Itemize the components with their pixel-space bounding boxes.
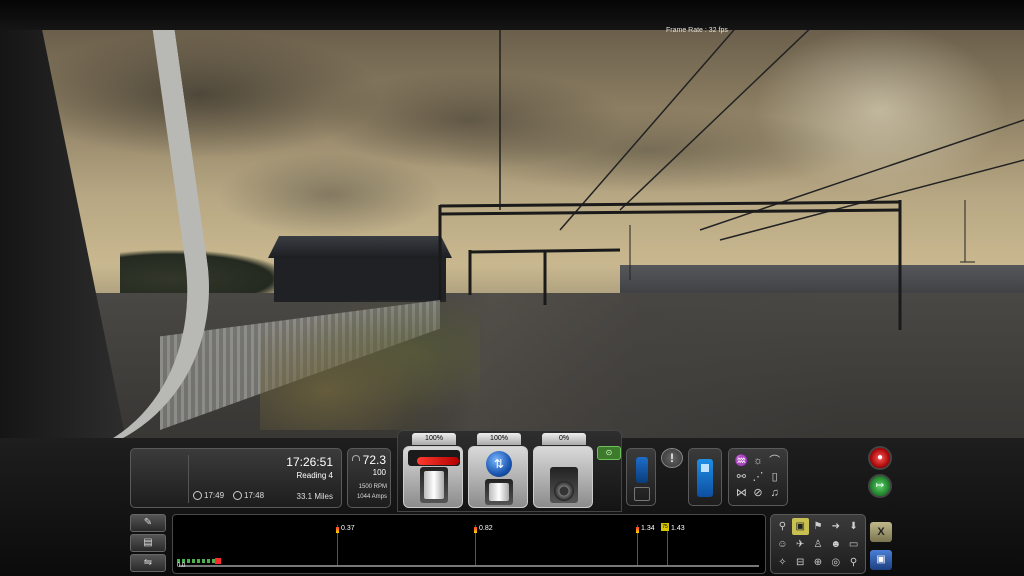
journey-info-panel: 17:26:51 Reading 4 17:49 17:48 33.1 Mile… <box>130 448 342 508</box>
throttle-percent: 100% <box>412 433 456 445</box>
train-view-icon[interactable]: ▣ <box>791 518 809 535</box>
cab-roof <box>0 0 1024 30</box>
eta-estimated-time: 17:48 <box>244 491 265 500</box>
wagon-icon[interactable]: ⊟ <box>792 554 809 571</box>
marker-distance: 0.37 <box>341 525 355 532</box>
track-line <box>179 565 759 567</box>
screenshot-icon[interactable]: ▣ <box>870 550 892 570</box>
eta-scheduled-time: 17:49 <box>204 491 225 500</box>
camera-view-grid: ⚲ ▣ ⚑ ➜ ⬇ ☺ ✈ ♙ ☻ ▭ ✧ ⊟ ⊕ ◎ ⚲ <box>770 514 866 574</box>
throttle-handle[interactable] <box>424 471 444 499</box>
swap-icon[interactable]: ⇋ <box>130 554 166 572</box>
marker-distance: 1.43 <box>671 525 685 532</box>
alert-icon[interactable]: ! <box>661 448 683 468</box>
clock-time: 17:26:51 <box>286 455 333 469</box>
fuel-pump-icon <box>697 459 713 497</box>
plane-icon[interactable]: ✈ <box>792 536 809 553</box>
camera-icon[interactable]: ⊙ <box>597 446 621 460</box>
coupler-icon[interactable]: ⚯ <box>734 470 749 484</box>
door-icon[interactable]: ▯ <box>767 470 782 484</box>
arrow-down-icon[interactable]: ⬇ <box>845 518 862 535</box>
close-icon[interactable]: X <box>870 522 892 542</box>
throttle-indicator <box>408 450 460 466</box>
tasks-button[interactable]: ↦ <box>868 474 892 498</box>
distance-remaining: 33.1 Miles <box>296 492 333 501</box>
traction-amps: 1044 Amps <box>356 494 387 500</box>
reverser-percent: 100% <box>477 433 521 445</box>
head-out-icon[interactable]: ☺ <box>774 536 791 553</box>
cab-functions-panel: ♒ ☼ ⌒ ⚯ ⋰ ▯ ⋈ ⊘ ♫ <box>728 448 788 506</box>
signal-dot <box>474 527 477 533</box>
engine-rpm: 1500 RPM <box>358 484 387 490</box>
signal-dot <box>336 527 339 533</box>
marker-distance: 1.34 <box>641 525 655 532</box>
brake-knob[interactable] <box>554 481 574 501</box>
cab-view-icon[interactable]: ⚲ <box>774 518 791 535</box>
brake-percent: 0% <box>542 433 586 445</box>
track-monitor: 0.0 0.37 0.82 1.34 75 1.43 <box>172 514 766 574</box>
panel-divider <box>188 455 189 503</box>
reverser-direction-icon: ⇅ <box>486 451 512 477</box>
light-icon[interactable]: ☼ <box>751 454 766 468</box>
figure-icon[interactable]: ♙ <box>810 536 827 553</box>
track-start-distance: 0.0 <box>177 563 186 569</box>
passenger-icon[interactable]: ☻ <box>827 536 844 553</box>
signal-dot <box>636 527 639 533</box>
reverser-handle[interactable] <box>489 483 509 501</box>
emergency-brake-button[interactable]: ● <box>868 446 892 470</box>
map-icon[interactable]: ✎ <box>130 514 166 532</box>
power-sub-icon <box>634 487 650 501</box>
save-icon[interactable]: ▤ <box>130 534 166 552</box>
bell-icon[interactable]: ♫ <box>767 486 782 500</box>
speed-limit-badge: 75 <box>661 523 669 531</box>
left-toolbar: ✎ ▤ ⇋ <box>130 514 168 574</box>
throttle-fill <box>417 457 459 465</box>
pantograph-icon[interactable]: ⋈ <box>734 486 749 500</box>
current-speed: 72.3 <box>362 453 386 467</box>
stopwatch-icon <box>233 491 242 500</box>
reverser-lever[interactable]: 100% ⇅ <box>468 433 528 508</box>
speedometer-icon <box>352 455 360 461</box>
speed-panel: 72.3 100 1500 RPM 1044 Amps <box>347 448 391 508</box>
handbrake-icon[interactable]: ⊘ <box>751 486 766 500</box>
arrow-right-icon[interactable]: ➜ <box>827 518 844 535</box>
clock-icon <box>193 491 202 500</box>
power-indicator-panel <box>626 448 656 506</box>
flag-icon[interactable]: ⚑ <box>810 518 827 535</box>
track-marker: 0.37 <box>336 525 355 565</box>
marker-distance: 0.82 <box>479 525 493 532</box>
track-marker: 1.34 <box>636 525 655 565</box>
horn-icon[interactable]: ♒ <box>734 454 749 468</box>
wiper-icon[interactable]: ⌒ <box>767 454 782 468</box>
fuel-panel <box>688 448 722 506</box>
throttle-lever[interactable]: 100% <box>403 433 463 508</box>
pin-icon[interactable]: ⚲ <box>845 554 862 571</box>
free-cam-icon[interactable]: ✧ <box>774 554 791 571</box>
track-marker: 0.82 <box>474 525 493 565</box>
speed-limit: 100 <box>372 468 386 477</box>
eta-estimated: 17:48 <box>233 491 264 500</box>
frame-rate-readout: Frame Rate : 32 fps <box>666 27 728 34</box>
globe-icon[interactable]: ⊕ <box>810 554 827 571</box>
target-icon[interactable]: ◎ <box>827 554 844 571</box>
screen-icon[interactable]: ▭ <box>845 536 862 553</box>
track-marker: 75 1.43 <box>661 523 685 565</box>
next-stop: Reading 4 <box>296 471 333 480</box>
eta-scheduled: 17:49 <box>193 491 224 500</box>
sander-icon[interactable]: ⋰ <box>751 470 766 484</box>
power-indicator <box>636 457 648 483</box>
brake-lever[interactable]: 0% <box>533 433 593 508</box>
